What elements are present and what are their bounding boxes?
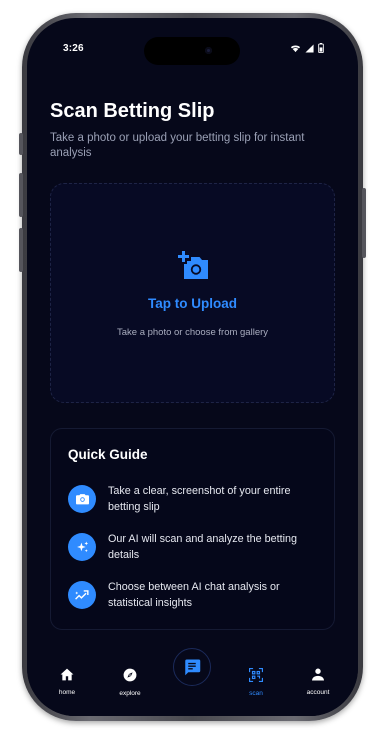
home-icon (60, 668, 74, 681)
guide-item-text: Our AI will scan and analyze the betting… (108, 533, 298, 561)
nav-chat-button[interactable] (173, 648, 211, 686)
quick-guide-title: Quick Guide (68, 447, 148, 462)
front-camera (205, 47, 212, 54)
nav-explore-label: explore (119, 690, 141, 697)
nav-scan[interactable]: scan (236, 668, 276, 697)
nav-home-label: home (58, 689, 76, 696)
status-time: 3:26 (63, 43, 84, 54)
qr-scan-icon (249, 668, 263, 682)
guide-item-text: Take a clear, screenshot of your entire … (108, 485, 291, 513)
upload-dropzone[interactable]: Tap to Upload Take a photo or choose fro… (50, 183, 335, 403)
quick-guide-card: Quick Guide Take a clear, screenshot of … (50, 428, 335, 630)
person-icon (312, 668, 324, 681)
dynamic-island (144, 37, 240, 65)
upload-title: Tap to Upload (148, 296, 237, 311)
status-icons (290, 43, 324, 53)
guide-item: Our AI will scan and analyze the betting… (68, 533, 323, 563)
page-subtitle: Take a photo or upload your betting slip… (50, 132, 305, 159)
compass-icon (123, 668, 137, 682)
action-button (19, 133, 23, 155)
nav-account[interactable]: account (298, 668, 338, 696)
sparkle-icon (68, 533, 96, 561)
nav-account-label: account (306, 689, 330, 696)
add-a-photo-icon (178, 251, 208, 279)
nav-scan-label: scan (249, 690, 263, 697)
power-button (362, 188, 366, 258)
guide-item: Choose between AI chat analysis or stati… (68, 581, 323, 611)
battery-icon (318, 43, 324, 53)
guide-item: Take a clear, screenshot of your entire … (68, 485, 323, 515)
trending-icon (68, 581, 96, 609)
guide-item-text: Choose between AI chat analysis or stati… (108, 581, 280, 609)
upload-subtitle: Take a photo or choose from gallery (116, 327, 269, 338)
nav-home[interactable]: home (47, 668, 87, 696)
volume-down-button (19, 228, 23, 272)
status-bar: 3:26 (27, 18, 358, 68)
nav-explore[interactable]: explore (110, 668, 150, 697)
camera-icon (68, 485, 96, 513)
signal-icon (305, 43, 314, 53)
wifi-icon (290, 45, 301, 52)
volume-up-button (19, 173, 23, 217)
app-screen: 3:26 Scan Betting Slip Take a photo or u… (27, 18, 358, 716)
page-title: Scan Betting Slip (50, 100, 215, 122)
chat-icon (185, 659, 201, 676)
bottom-nav: home explore scan account (27, 646, 358, 716)
